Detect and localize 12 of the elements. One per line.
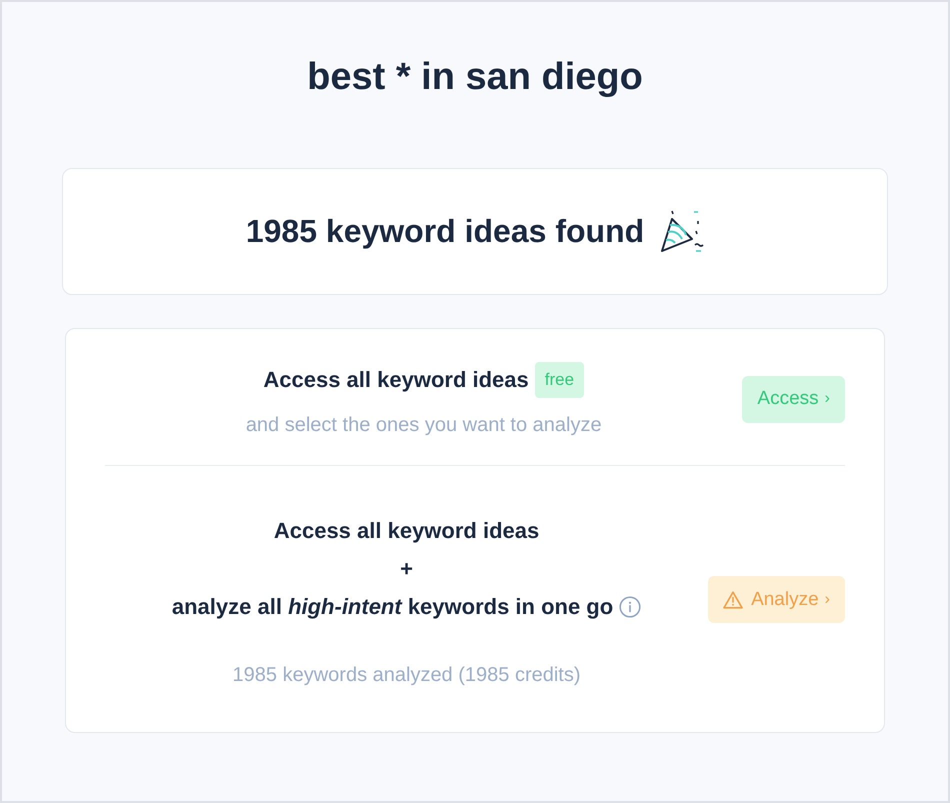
option-headline: + (400, 556, 413, 582)
option-subtitle: and select the ones you want to analyze (246, 414, 602, 437)
summary-text: 1985 keyword ideas found (246, 213, 644, 250)
option-headline: Access all keyword ideas (274, 518, 540, 544)
option-headline: analyze all high-intent keywords in one go (172, 594, 614, 620)
page-title: best * in san diego (307, 55, 643, 99)
option-headline: Access all keyword ideas (263, 367, 529, 393)
info-icon[interactable] (619, 596, 642, 618)
free-badge: free (534, 362, 584, 398)
option-subtitle: 1985 keywords analyzed (1985 credits) (232, 664, 581, 687)
action-button[interactable]: Access › (742, 376, 845, 422)
action-button[interactable]: Analyze › (708, 576, 845, 623)
